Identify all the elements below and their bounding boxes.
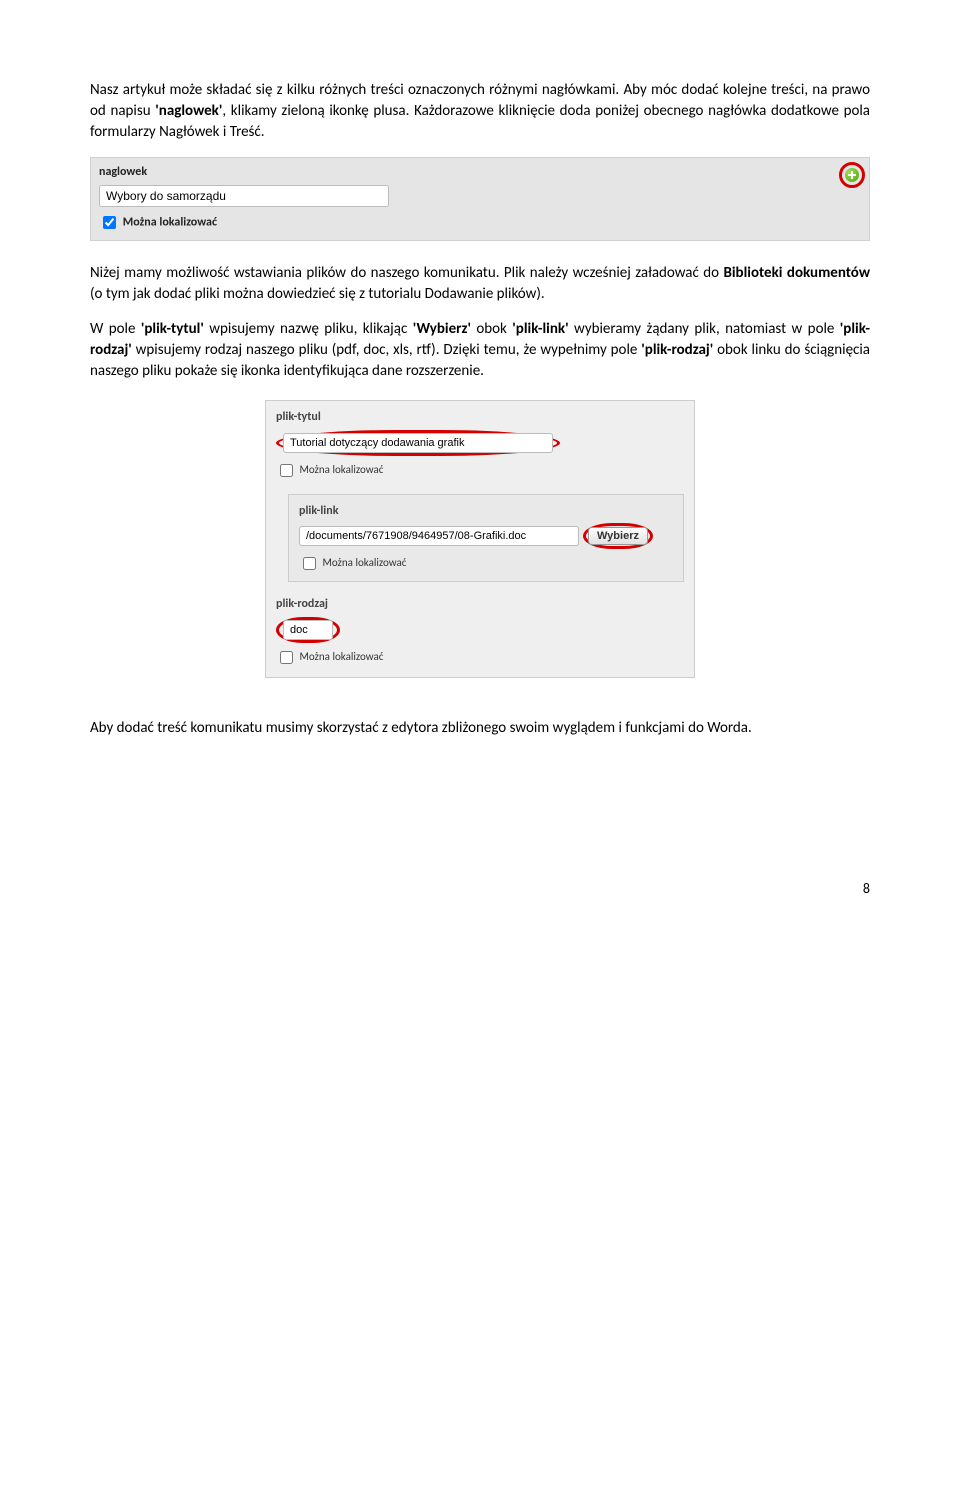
plik-tytul-input[interactable] — [283, 433, 553, 453]
text: wpisujemy nazwę pliku, klikając — [204, 320, 413, 338]
screenshot-naglowek-panel: naglowek Można lokalizować — [90, 157, 870, 241]
paragraph-2: Niżej mamy możliwość wstawiania plików d… — [90, 263, 870, 305]
text: (o tym jak dodać pliki można dowiedzieć … — [90, 285, 545, 303]
field-label-plik-link: plik-link — [299, 503, 673, 520]
bold: 'plik-link' — [512, 320, 568, 338]
screenshot-plik-panel: plik-tytul Można lokalizować plik-link W… — [265, 400, 695, 678]
paragraph-1: Nasz artykuł może składać się z kilku ró… — [90, 80, 870, 143]
bold: 'plik-rodzaj' — [641, 341, 713, 359]
localize-row: Można lokalizować — [299, 554, 673, 573]
plik-rodzaj-block: plik-rodzaj Można lokalizować — [276, 596, 684, 667]
paragraph-4: Aby dodać treść komunikatu musimy skorzy… — [90, 718, 870, 739]
plik-tytul-block: plik-tytul Można lokalizować — [276, 409, 684, 480]
field-label-plik-tytul: plik-tytul — [276, 409, 684, 426]
localize-row: Można lokalizować — [99, 213, 861, 232]
field-label-plik-rodzaj: plik-rodzaj — [276, 596, 684, 613]
text: wpisujemy rodzaj naszego pliku (pdf, doc… — [132, 341, 641, 359]
naglowek-input[interactable] — [99, 185, 389, 207]
text: Niżej mamy możliwość wstawiania plików d… — [90, 264, 723, 282]
text: obok — [471, 320, 512, 338]
plus-icon[interactable] — [845, 168, 859, 182]
localize-row: Można lokalizować — [276, 461, 684, 480]
localize-checkbox[interactable] — [103, 216, 116, 229]
bold: 'plik-tytul' — [141, 320, 204, 338]
bold: Biblioteki dokumentów — [723, 264, 870, 282]
localize-label: Można lokalizować — [300, 463, 384, 476]
highlight-oval — [276, 617, 340, 643]
plik-rodzaj-input[interactable] — [283, 620, 333, 640]
page-number: 8 — [90, 879, 870, 899]
localize-label: Można lokalizować — [300, 650, 384, 663]
add-naglowek-highlight — [839, 162, 865, 188]
plik-link-input[interactable] — [299, 526, 579, 546]
plik-link-block: plik-link Wybierz Można lokalizować — [288, 494, 684, 583]
paragraph-3: W pole 'plik-tytul' wpisujemy nazwę plik… — [90, 319, 870, 382]
bold: 'Wybierz' — [413, 320, 471, 338]
bold: 'naglowek' — [155, 102, 222, 120]
text: W pole — [90, 320, 141, 338]
localize-row: Można lokalizować — [276, 648, 684, 667]
localize-checkbox[interactable] — [280, 464, 293, 477]
localize-label: Można lokalizować — [123, 215, 217, 229]
highlight-oval — [276, 430, 560, 456]
highlight-oval: Wybierz — [583, 523, 653, 549]
field-label-naglowek: naglowek — [99, 164, 861, 181]
localize-checkbox[interactable] — [303, 557, 316, 570]
text: wybieramy żądany plik, natomiast w pole — [569, 320, 840, 338]
localize-checkbox[interactable] — [280, 651, 293, 664]
wybierz-button[interactable]: Wybierz — [588, 527, 648, 545]
localize-label: Można lokalizować — [323, 557, 407, 570]
